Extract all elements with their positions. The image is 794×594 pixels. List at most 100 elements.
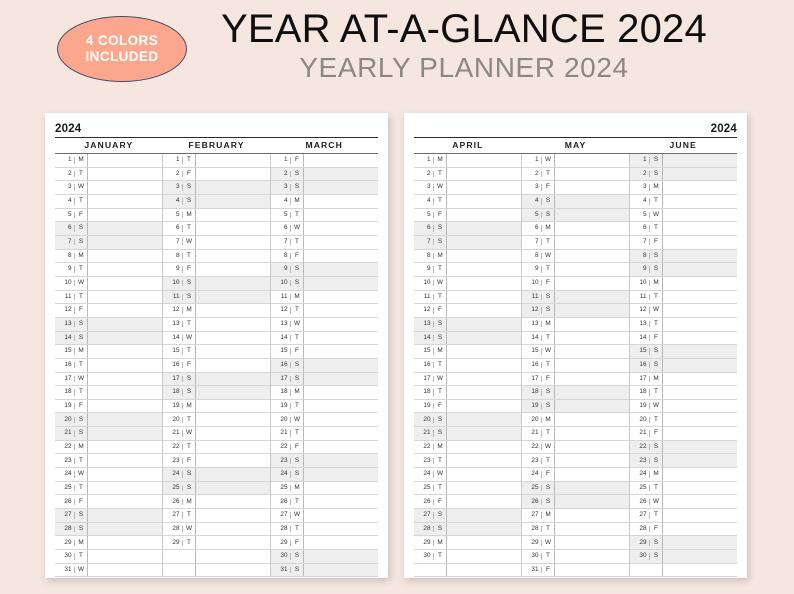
day-note-field[interactable] bbox=[446, 331, 521, 345]
day-note-field[interactable] bbox=[446, 181, 521, 194]
day-note-field[interactable] bbox=[303, 345, 378, 358]
day-row[interactable]: 5T bbox=[271, 208, 378, 223]
day-row[interactable]: 4T bbox=[630, 194, 737, 209]
day-row[interactable]: 21 W bbox=[163, 427, 270, 441]
day-note-field[interactable] bbox=[662, 249, 737, 263]
day-note-field[interactable] bbox=[303, 249, 378, 263]
day-note-field[interactable] bbox=[303, 222, 378, 235]
day-note-field[interactable] bbox=[303, 495, 378, 509]
day-note-field[interactable] bbox=[446, 304, 521, 317]
day-row[interactable]: 4T bbox=[414, 194, 521, 209]
day-note-field[interactable] bbox=[195, 249, 270, 263]
day-row[interactable]: 3F bbox=[522, 181, 629, 195]
day-note-field[interactable] bbox=[446, 249, 521, 263]
day-row[interactable]: 8M bbox=[55, 249, 162, 264]
day-note-field[interactable] bbox=[662, 372, 737, 386]
day-note-field[interactable] bbox=[303, 304, 378, 317]
day-note-field[interactable] bbox=[303, 276, 378, 290]
day-row[interactable]: 1M bbox=[414, 154, 521, 168]
day-row[interactable]: 11 S bbox=[522, 290, 629, 305]
day-note-field[interactable] bbox=[662, 495, 737, 509]
day-row[interactable]: 27 T bbox=[630, 509, 737, 523]
day-note-field[interactable] bbox=[662, 358, 737, 372]
day-row[interactable]: 30 T bbox=[522, 550, 629, 564]
day-row[interactable]: 18 S bbox=[163, 386, 270, 400]
day-note-field[interactable] bbox=[662, 468, 737, 481]
day-note-field[interactable] bbox=[446, 194, 521, 208]
day-row[interactable]: 5S bbox=[522, 208, 629, 223]
day-note-field[interactable] bbox=[87, 481, 162, 495]
day-note-field[interactable] bbox=[303, 399, 378, 413]
day-row[interactable]: 29 S bbox=[630, 536, 737, 551]
day-row[interactable]: 24 F bbox=[522, 468, 629, 482]
day-row[interactable]: 1W bbox=[522, 154, 629, 168]
day-row[interactable]: 9T bbox=[414, 263, 521, 277]
day-row[interactable]: 17 W bbox=[55, 372, 162, 387]
day-note-field[interactable] bbox=[662, 154, 737, 167]
day-note-field[interactable] bbox=[662, 290, 737, 304]
day-note-field[interactable] bbox=[446, 154, 521, 167]
day-note-field[interactable] bbox=[446, 468, 521, 481]
day-row[interactable]: 6S bbox=[414, 222, 521, 236]
day-note-field[interactable] bbox=[554, 550, 629, 563]
day-note-field[interactable] bbox=[87, 154, 162, 167]
day-note-field[interactable] bbox=[554, 536, 629, 550]
day-row[interactable]: 25 M bbox=[271, 481, 378, 496]
day-note-field[interactable] bbox=[195, 481, 270, 495]
day-row[interactable]: 23 S bbox=[630, 454, 737, 469]
day-note-field[interactable] bbox=[662, 263, 737, 276]
day-row[interactable]: 14 S bbox=[414, 331, 521, 346]
day-row[interactable]: 21 T bbox=[522, 427, 629, 441]
day-note-field[interactable] bbox=[303, 358, 378, 372]
day-note-field[interactable] bbox=[303, 427, 378, 440]
day-row[interactable]: 24 W bbox=[55, 468, 162, 482]
day-row[interactable]: 4M bbox=[271, 194, 378, 209]
day-row[interactable]: 15 T bbox=[163, 345, 270, 359]
day-note-field[interactable] bbox=[195, 222, 270, 235]
day-row[interactable]: 19 S bbox=[522, 399, 629, 414]
day-note-field[interactable] bbox=[195, 208, 270, 222]
day-row[interactable]: 16 S bbox=[271, 358, 378, 373]
day-note-field[interactable] bbox=[662, 194, 737, 208]
day-row[interactable]: 7T bbox=[522, 235, 629, 250]
day-row[interactable]: 27 M bbox=[522, 509, 629, 523]
day-note-field[interactable] bbox=[662, 536, 737, 550]
day-row[interactable]: 31 S bbox=[271, 563, 378, 578]
day-row[interactable]: 27 S bbox=[55, 509, 162, 523]
day-note-field[interactable] bbox=[446, 495, 521, 509]
day-note-field[interactable] bbox=[446, 372, 521, 386]
day-row[interactable]: 10 M bbox=[630, 276, 737, 291]
day-note-field[interactable] bbox=[662, 304, 737, 317]
day-note-field[interactable] bbox=[303, 331, 378, 345]
day-note-field[interactable] bbox=[195, 290, 270, 304]
day-row[interactable]: 20 M bbox=[522, 413, 629, 428]
day-row[interactable]: 3M bbox=[630, 181, 737, 195]
day-note-field[interactable] bbox=[195, 154, 270, 167]
day-note-field[interactable] bbox=[662, 550, 737, 563]
day-note-field[interactable] bbox=[303, 290, 378, 304]
day-row[interactable]: 22 S bbox=[630, 440, 737, 455]
day-note-field[interactable] bbox=[662, 481, 737, 495]
day-note-field[interactable] bbox=[87, 454, 162, 468]
day-note-field[interactable] bbox=[303, 372, 378, 386]
day-note-field[interactable] bbox=[303, 208, 378, 222]
day-note-field[interactable] bbox=[195, 263, 270, 276]
day-note-field[interactable] bbox=[554, 154, 629, 167]
day-row[interactable]: 2F bbox=[163, 167, 270, 182]
day-row[interactable]: 26 T bbox=[271, 495, 378, 510]
day-note-field[interactable] bbox=[87, 235, 162, 249]
day-row[interactable]: 28 S bbox=[55, 522, 162, 537]
day-row[interactable]: 25 S bbox=[163, 481, 270, 496]
day-note-field[interactable] bbox=[303, 563, 378, 577]
day-row[interactable]: 2T bbox=[414, 167, 521, 182]
day-note-field[interactable] bbox=[87, 331, 162, 345]
day-note-field[interactable] bbox=[554, 208, 629, 222]
day-row[interactable]: 17 S bbox=[163, 372, 270, 387]
day-note-field[interactable] bbox=[554, 358, 629, 372]
day-note-field[interactable] bbox=[554, 345, 629, 358]
day-note-field[interactable] bbox=[662, 386, 737, 399]
day-row[interactable]: 7F bbox=[630, 235, 737, 250]
day-row[interactable]: 16 T bbox=[522, 358, 629, 373]
day-row[interactable]: 30 T bbox=[55, 550, 162, 564]
day-row[interactable]: 5F bbox=[55, 208, 162, 223]
